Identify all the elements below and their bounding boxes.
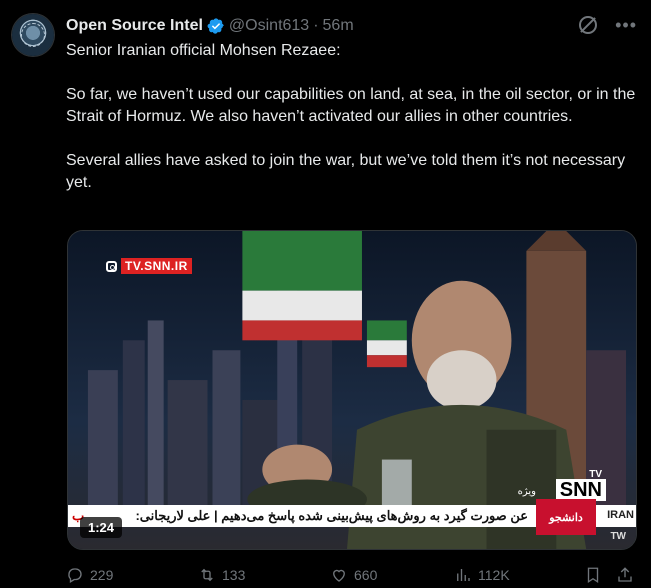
share-icon (618, 567, 632, 582)
like-icon (333, 569, 345, 582)
repost-button[interactable]: 133 (198, 566, 245, 584)
video-player[interactable]: TV.SNN.IR ویژه TV SNN ب عن صورت گیرد به … (67, 230, 637, 550)
reply-button[interactable]: 229 (66, 566, 113, 584)
handle[interactable]: @Osint613 (229, 17, 309, 35)
watermark-text: TV.SNN.IR (121, 258, 192, 274)
post-text-line: So far, we haven’t used our capabilities… (66, 86, 636, 125)
post: Open Source Intel @Osint613 · 56m ••• Se… (0, 0, 651, 588)
tw-label: TW (610, 531, 626, 542)
views-count: 112K (478, 567, 510, 583)
bookmark-icon (587, 567, 599, 584)
action-bar: 229 133 660 112K (66, 566, 636, 586)
channel-logo-text: SNN (555, 479, 606, 501)
separator: · (313, 17, 319, 34)
reply-count: 229 (90, 567, 114, 583)
iran-label: IRAN (607, 509, 634, 521)
repost-count: 133 (222, 567, 246, 583)
ticker-text: عن صورت گیرد به روش‌های پیش‌بینی شده پاس… (135, 508, 528, 523)
like-count: 660 (354, 567, 378, 583)
verified-badge-icon (207, 18, 224, 34)
avatar[interactable] (12, 14, 54, 56)
channel-tv-label: TV (589, 469, 602, 480)
grok-icon[interactable] (579, 16, 598, 34)
post-text-line: Several allies have asked to join the wa… (66, 152, 626, 191)
repost-icon (201, 568, 213, 582)
views-button[interactable]: 112K (454, 566, 510, 584)
post-text: Senior Iranian official Mohsen Rezaee: S… (66, 40, 636, 194)
top-actions: ••• (579, 16, 637, 34)
views-icon (457, 569, 470, 581)
share-button[interactable] (616, 566, 634, 584)
snn-sub-label: ویژه (517, 486, 536, 497)
bookmark-button[interactable] (584, 566, 602, 584)
post-header: Open Source Intel @Osint613 · 56m (66, 14, 354, 38)
more-icon[interactable]: ••• (615, 16, 637, 34)
like-button[interactable]: 660 (330, 566, 377, 584)
display-name[interactable]: Open Source Intel (66, 17, 203, 35)
ticker-badge: دانشجو (536, 499, 596, 535)
video-duration: 1:24 (80, 517, 123, 538)
channel-watermark: TV.SNN.IR (106, 258, 192, 274)
channel-logo: TV SNN (555, 469, 606, 501)
instagram-icon (106, 260, 117, 272)
reply-icon (68, 568, 82, 583)
post-text-line: Senior Iranian official Mohsen Rezaee: (66, 42, 341, 59)
timestamp[interactable]: 56m (323, 17, 354, 35)
